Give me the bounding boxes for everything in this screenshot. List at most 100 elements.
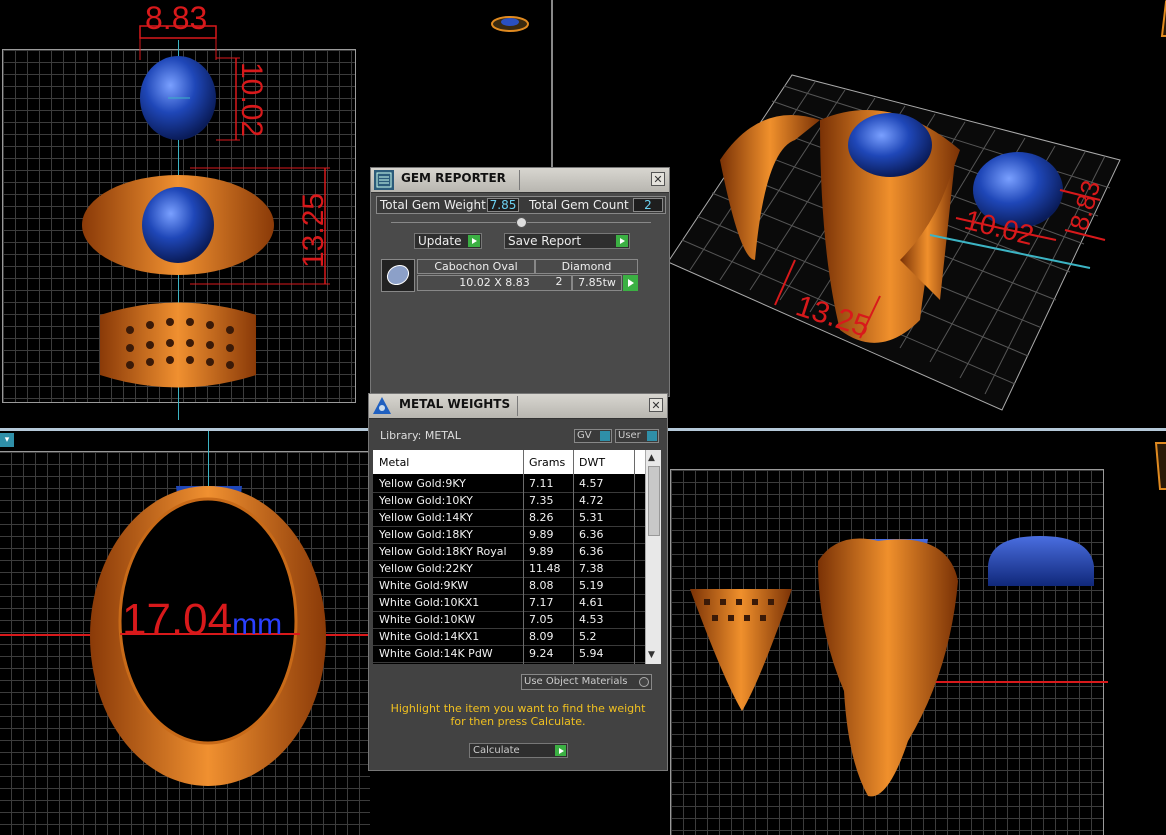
- table-row[interactable]: Yellow Gold:22KY 11.48 7.38: [373, 560, 646, 578]
- scroll-up-arrow[interactable]: ▲: [648, 453, 655, 463]
- table-row[interactable]: White Gold:14KX1 8.09 5.2: [373, 628, 646, 646]
- viewport-front[interactable]: 8.83 10.02 13.25: [0, 0, 366, 428]
- table-row[interactable]: Yellow Gold:18KY Royal 9.89 6.36: [373, 543, 646, 561]
- scroll-thumb[interactable]: [648, 466, 660, 536]
- cell-metal: White Gold:10KX1: [379, 596, 480, 609]
- cell-metal: White Gold:10KW: [379, 613, 476, 626]
- use-object-materials-label: Use Object Materials: [524, 676, 628, 687]
- ring-size-label: 17.04mm: [122, 595, 282, 645]
- gem-reporter-titlebar[interactable]: GEM REPORTER ✕: [371, 168, 669, 193]
- scroll-down-arrow[interactable]: ▼: [648, 650, 655, 660]
- cell-grams: 7.35: [529, 494, 554, 507]
- cell-dwt: 4.57: [579, 477, 604, 490]
- toggle-indicator: [639, 677, 649, 687]
- library-label: Library: METAL: [380, 429, 461, 442]
- cell-grams: 8.08: [529, 579, 554, 592]
- toggle-indicator: [647, 431, 657, 441]
- gem-view-icon[interactable]: [490, 12, 530, 36]
- dimension-ring-label: 13.25: [297, 192, 330, 268]
- cell-dwt: 4.53: [579, 613, 604, 626]
- update-button[interactable]: Update: [414, 233, 482, 249]
- cell-metal: Yellow Gold:9KY: [379, 477, 466, 490]
- table-row[interactable]: Yellow Gold:18KY 9.89 6.36: [373, 526, 646, 544]
- total-gem-weight-label: Total Gem Weight: [380, 198, 486, 212]
- perspective-view-icon[interactable]: [1154, 0, 1166, 40]
- table-row[interactable]: Yellow Gold:14KY 8.26 5.31: [373, 509, 646, 527]
- column-divider: [634, 450, 635, 664]
- total-gem-weight-value: 7.85: [487, 198, 519, 212]
- gem-expand-button[interactable]: [623, 275, 638, 291]
- gem-cut-cell: Cabochon Oval: [417, 259, 535, 274]
- title-divider: [519, 170, 520, 190]
- gem-count-cell: 2: [555, 275, 563, 288]
- dimension-height-label: 10.02: [235, 62, 268, 138]
- save-report-button[interactable]: Save Report: [504, 233, 630, 249]
- table-row[interactable]: White Gold:14K PdW 9.24 5.94: [373, 645, 646, 663]
- table-row[interactable]: Yellow Gold:9KY 7.11 4.57: [373, 475, 646, 493]
- calculate-button[interactable]: Calculate: [469, 743, 568, 758]
- cell-metal: White Gold:14K PdW: [379, 647, 493, 660]
- table-row[interactable]: White Gold:9KW 8.08 5.19: [373, 577, 646, 595]
- gem-material-cell: Diamond: [535, 259, 638, 274]
- cell-grams: 9.89: [529, 545, 554, 558]
- gem-reporter-close-button[interactable]: ✕: [651, 172, 665, 186]
- column-header-metal[interactable]: Metal: [379, 456, 409, 469]
- metal-table-header: Metal Grams DWT: [373, 450, 646, 474]
- column-header-dwt[interactable]: DWT: [579, 456, 605, 469]
- cell-metal: Yellow Gold:10KY: [379, 494, 473, 507]
- update-label: Update: [418, 234, 462, 248]
- gem-list-row[interactable]: Cabochon Oval Diamond 10.02 X 8.83 2 7.8…: [381, 259, 638, 293]
- total-gem-count-value: 2: [633, 198, 663, 212]
- cell-grams: 7.05: [529, 613, 554, 626]
- column-header-grams[interactable]: Grams: [529, 456, 565, 469]
- cell-dwt: 6.36: [579, 545, 604, 558]
- metal-weights-title: METAL WEIGHTS: [399, 397, 511, 411]
- cell-dwt: 4.72: [579, 494, 604, 507]
- use-object-materials-toggle[interactable]: Use Object Materials: [521, 674, 652, 690]
- table-row[interactable]: Yellow Gold:10KY 7.35 4.72: [373, 492, 646, 510]
- scale-icon: [373, 397, 391, 414]
- metal-weights-close-button[interactable]: ✕: [649, 398, 663, 412]
- cabochon-icon: [386, 264, 410, 286]
- calculate-label: Calculate: [473, 745, 520, 756]
- cell-grams: 11.48: [529, 562, 561, 575]
- ring-size-unit: mm: [232, 608, 283, 641]
- bottom-view-icon[interactable]: [1152, 441, 1166, 493]
- play-icon: [628, 279, 634, 287]
- metal-weights-panel: METAL WEIGHTS ✕ Library: METAL GV User M…: [368, 393, 668, 771]
- cell-grams: 8.26: [529, 511, 554, 524]
- dimension-width-label: 8.83: [145, 0, 208, 36]
- cell-metal: Yellow Gold:18KY: [379, 528, 473, 541]
- user-toggle[interactable]: User: [615, 429, 659, 443]
- bottom-view-models: [690, 536, 1094, 797]
- toggle-indicator: [600, 431, 610, 441]
- cell-metal: Yellow Gold:18KY Royal: [379, 545, 507, 558]
- gem-thumbnail: [381, 259, 415, 292]
- viewport-side[interactable]: ▾ 17.04mm: [0, 431, 370, 835]
- cell-dwt: 5.19: [579, 579, 604, 592]
- cell-grams: 9.24: [529, 647, 554, 660]
- cell-dwt: 7.38: [579, 562, 604, 575]
- metal-table-scrollbar[interactable]: ▲ ▼: [645, 450, 661, 664]
- title-divider: [517, 396, 518, 416]
- cell-dwt: 5.2: [579, 630, 597, 643]
- gv-toggle[interactable]: GV: [574, 429, 612, 443]
- play-icon: [555, 745, 566, 756]
- table-row[interactable]: White Gold:10KX1 7.17 4.61: [373, 594, 646, 612]
- cell-dwt: 6.36: [579, 528, 604, 541]
- gem-reporter-panel: GEM REPORTER ✕ Total Gem Weight 7.85 Tot…: [370, 167, 670, 397]
- metal-weights-titlebar[interactable]: METAL WEIGHTS ✕: [369, 394, 667, 419]
- save-report-label: Save Report: [508, 234, 582, 248]
- table-row[interactable]: White Gold:10KW 7.05 4.53: [373, 611, 646, 629]
- gv-label: GV: [577, 430, 592, 441]
- cell-metal: Yellow Gold:14KY: [379, 511, 473, 524]
- cell-grams: 7.17: [529, 596, 554, 609]
- play-icon: [616, 235, 628, 247]
- viewport-bottom-right[interactable]: z: [668, 431, 1166, 835]
- cell-metal: White Gold:14KX1: [379, 630, 480, 643]
- total-gem-count-label: Total Gem Count: [529, 198, 629, 212]
- gem-weight-cell: 7.85tw: [572, 275, 622, 291]
- user-label: User: [618, 430, 641, 441]
- splitter-knob[interactable]: [516, 217, 527, 228]
- cell-grams: 9.89: [529, 528, 554, 541]
